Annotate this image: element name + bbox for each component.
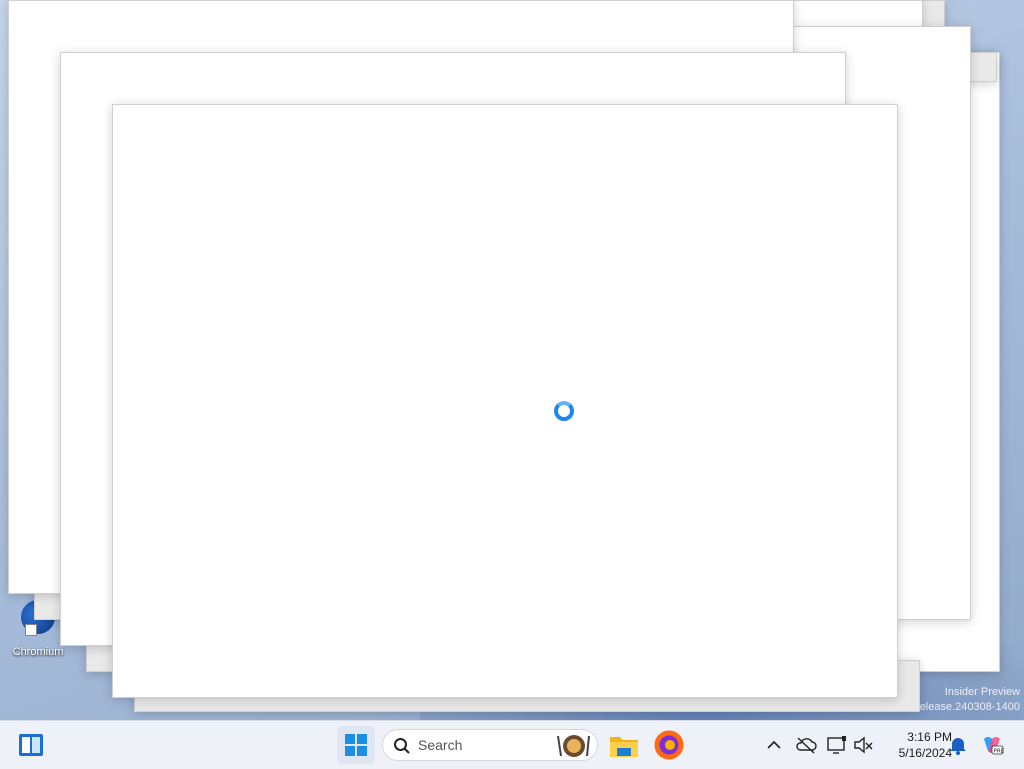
onedrive-offline-icon[interactable] [794, 733, 818, 757]
svg-text:PRE: PRE [994, 749, 1005, 755]
active-app-window[interactable] [112, 104, 898, 698]
search-highlight-icon [557, 735, 590, 757]
network-icon[interactable] [825, 733, 849, 757]
search-placeholder: Search [418, 737, 463, 753]
copilot-icon[interactable]: PRE [980, 733, 1004, 757]
taskbar: Search 3:16 PM 5/16/2024 PRE [0, 720, 1024, 769]
desktop-shortcut-label: Chromium [12, 646, 64, 658]
start-icon [345, 734, 367, 756]
build-watermark-line1: Insider Preview [944, 686, 1020, 698]
search-box[interactable]: Search [382, 729, 598, 761]
loading-spinner-icon [554, 401, 574, 421]
chevron-up-icon[interactable] [762, 733, 786, 757]
start-button[interactable] [337, 726, 375, 764]
firefox-icon[interactable] [652, 728, 686, 762]
build-watermark-line2: elease.240308-1400 [919, 701, 1020, 713]
notification-bell-icon[interactable] [946, 733, 970, 757]
clock-date: 5/16/2024 [898, 746, 952, 760]
file-explorer-icon[interactable] [607, 728, 641, 762]
clock-time: 3:16 PM [907, 730, 952, 744]
desktop: Chromium Insider Preview elease.240308-1… [0, 0, 1024, 720]
system-clock[interactable]: 3:16 PM 5/16/2024 [872, 729, 952, 761]
widgets-icon[interactable] [18, 733, 44, 757]
search-icon [394, 738, 410, 754]
